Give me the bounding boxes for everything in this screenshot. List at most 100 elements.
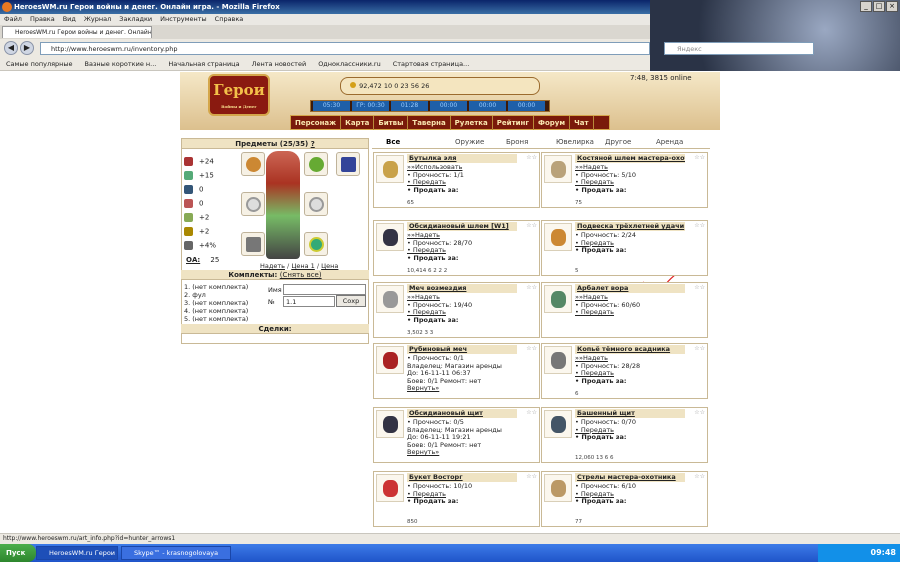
- item-image[interactable]: [376, 285, 404, 313]
- category-tab[interactable]: Другое: [605, 138, 631, 146]
- item-image[interactable]: [376, 155, 404, 183]
- set-item[interactable]: 5. (нет комплекта): [184, 315, 248, 323]
- search-input[interactable]: Яндекс: [664, 42, 814, 55]
- category-tab[interactable]: Ювелирка: [556, 138, 594, 146]
- favorite-star-icon[interactable]: ☆☆: [526, 222, 537, 229]
- item-image[interactable]: [544, 285, 572, 313]
- menu-item[interactable]: Закладки: [119, 15, 152, 23]
- menu-item[interactable]: Правка: [30, 15, 55, 23]
- slot-weapon[interactable]: [241, 232, 265, 256]
- item-image[interactable]: [376, 346, 404, 374]
- item-image[interactable]: [544, 155, 572, 183]
- taskbar-task[interactable]: HeroesWM.ru Герои во...: [36, 546, 118, 560]
- remove-all-link[interactable]: (Снять все): [280, 271, 322, 279]
- slot-ring-2[interactable]: [241, 192, 265, 216]
- menu-item[interactable]: Инструменты: [160, 15, 207, 23]
- taskbar-task[interactable]: Skype™ - krasnogolovaya: [121, 546, 231, 560]
- favorite-star-icon[interactable]: ☆☆: [694, 284, 705, 291]
- close-icon[interactable]: ×: [886, 1, 898, 12]
- menu-item[interactable]: Журнал: [84, 15, 111, 23]
- favorite-star-icon[interactable]: ☆☆: [526, 345, 537, 352]
- item-action-link[interactable]: • Передать: [575, 308, 640, 317]
- favorite-star-icon[interactable]: ☆☆: [694, 345, 705, 352]
- bookmark-item[interactable]: Начальная страница: [168, 60, 239, 68]
- bookmark-item[interactable]: Стартовая страница...: [393, 60, 470, 68]
- nav-item[interactable]: Рулетка: [451, 116, 493, 130]
- favorite-star-icon[interactable]: ☆☆: [526, 154, 537, 161]
- start-button[interactable]: Пуск: [0, 544, 36, 562]
- category-tab[interactable]: Все: [386, 138, 400, 146]
- forward-icon[interactable]: ▶: [20, 41, 34, 55]
- bookmark-item[interactable]: Одноклассники.ru: [318, 60, 381, 68]
- item-title-link[interactable]: Меч возмездия: [407, 284, 517, 293]
- category-tab[interactable]: Броня: [506, 138, 528, 146]
- sort-equip-link[interactable]: Надеть: [260, 262, 285, 270]
- nav-item[interactable]: Рейтинг: [493, 116, 535, 130]
- tab-heroeswm[interactable]: HeroesWM.ru Герои войны и денег. Онлайн.…: [2, 26, 152, 38]
- item-title-link[interactable]: Рубиновый меч: [407, 345, 517, 354]
- menu-item[interactable]: Справка: [215, 15, 244, 23]
- item-image[interactable]: [544, 346, 572, 374]
- slot-amulet[interactable]: [304, 152, 328, 176]
- slot-book[interactable]: [336, 152, 360, 176]
- sort-price-link[interactable]: Цена: [321, 262, 338, 270]
- item-title-link[interactable]: Обсидиановый шлем [W1]: [407, 222, 517, 231]
- item-title-link[interactable]: Подвеска трёхлетней удачи: [575, 222, 685, 231]
- bookmark-item[interactable]: Самые популярные: [6, 60, 73, 68]
- favorite-star-icon[interactable]: ☆☆: [526, 473, 537, 480]
- item-image[interactable]: [376, 223, 404, 251]
- category-tab[interactable]: Аренда: [656, 138, 683, 146]
- save-set-button[interactable]: Сохр: [336, 295, 366, 307]
- favorite-star-icon[interactable]: ☆☆: [694, 154, 705, 161]
- favorite-star-icon[interactable]: ☆☆: [526, 284, 537, 291]
- item-image[interactable]: [376, 410, 404, 438]
- set-item[interactable]: 4. (нет комплекта): [184, 307, 248, 315]
- bookmark-item[interactable]: Вазные короткие н...: [85, 60, 157, 68]
- nav-item[interactable]: Битвы: [374, 116, 409, 130]
- nav-item[interactable]: Форум: [534, 116, 571, 130]
- item-action-link[interactable]: Вернуть»: [407, 448, 502, 457]
- menu-item[interactable]: Вид: [63, 15, 76, 23]
- set-name-input[interactable]: [283, 284, 366, 295]
- game-logo[interactable]: Герои Войны и Денег: [208, 74, 270, 116]
- help-link[interactable]: ?: [311, 140, 315, 148]
- set-item[interactable]: 1. (нет комплекта): [184, 283, 248, 291]
- item-title-link[interactable]: Башенный щит: [575, 409, 685, 418]
- favorite-star-icon[interactable]: ☆☆: [694, 473, 705, 480]
- bookmark-item[interactable]: Лента новостей: [252, 60, 307, 68]
- item-title-link[interactable]: Бутылка эля: [407, 154, 517, 163]
- item-image[interactable]: [544, 410, 572, 438]
- back-icon[interactable]: ◀: [4, 41, 18, 55]
- item-title-link[interactable]: Арбалет вора: [575, 284, 685, 293]
- nav-item[interactable]: Таверна: [408, 116, 451, 130]
- favorite-star-icon[interactable]: ☆☆: [526, 409, 537, 416]
- item-title-link[interactable]: Обсидиановый щит: [407, 409, 517, 418]
- item-action-link[interactable]: Вернуть»: [407, 384, 502, 393]
- nav-item[interactable]: Персонаж: [291, 116, 342, 130]
- nav-item[interactable]: Карта: [341, 116, 375, 130]
- item-title-link[interactable]: Стрелы мастера-охотника: [575, 473, 685, 482]
- favorite-star-icon[interactable]: ☆☆: [694, 222, 705, 229]
- minimize-icon[interactable]: _: [860, 1, 872, 12]
- slot-shield[interactable]: [304, 232, 328, 256]
- set-number-select[interactable]: 1.1: [283, 296, 335, 307]
- maximize-icon[interactable]: □: [873, 1, 885, 12]
- slot-ring-3[interactable]: [304, 192, 328, 216]
- favorite-star-icon[interactable]: ☆☆: [694, 409, 705, 416]
- url-input[interactable]: http://www.heroeswm.ru/inventory.php: [40, 42, 650, 55]
- item-image[interactable]: [544, 223, 572, 251]
- item-image[interactable]: [376, 474, 404, 502]
- sort-links: Надеть / Цена 1 / Цена: [260, 262, 338, 270]
- menu-item[interactable]: Файл: [4, 15, 22, 23]
- sort-price1-link[interactable]: Цена 1: [291, 262, 314, 270]
- item-image[interactable]: [544, 474, 572, 502]
- set-item[interactable]: 3. (нет комплекта): [184, 299, 248, 307]
- category-tab[interactable]: Оружие: [455, 138, 484, 146]
- slot-ring[interactable]: [241, 152, 265, 176]
- item-title-link[interactable]: Букет Восторг: [407, 473, 517, 482]
- item-title-link[interactable]: Костяной шлем мастера-охотника: [575, 154, 685, 163]
- set-item[interactable]: 2. фул: [184, 291, 248, 299]
- stat-value: 0: [199, 185, 204, 194]
- item-title-link[interactable]: Копьё тёмного всадника: [575, 345, 685, 354]
- nav-item[interactable]: Чат: [570, 116, 594, 130]
